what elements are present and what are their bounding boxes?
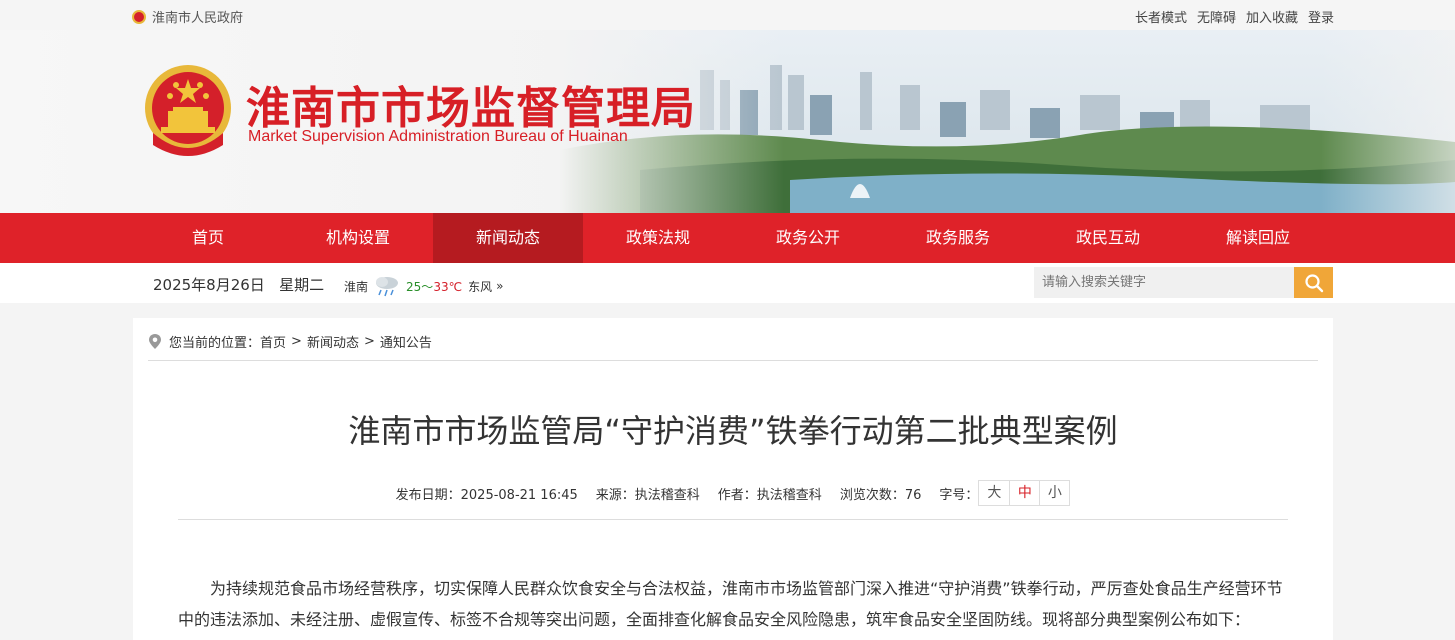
font-size-small-button[interactable]: 小 — [1039, 481, 1069, 505]
article-source: 来源：执法稽查科 — [595, 487, 700, 503]
add-favorite-link[interactable]: 加入收藏 — [1246, 7, 1298, 26]
nav-item-news[interactable]: 新闻动态 — [433, 213, 583, 263]
temp-high: 33℃ — [433, 279, 463, 294]
nav-item-home[interactable]: 首页 — [133, 213, 283, 263]
breadcrumb-notice[interactable]: 通知公告 — [380, 332, 432, 351]
breadcrumb: 您当前的位置： 首页 > 新闻动态 > 通知公告 — [148, 332, 432, 351]
login-link[interactable]: 登录 — [1308, 7, 1334, 26]
breadcrumb-separator: > — [363, 334, 375, 349]
date-text: 2025年8月26日 — [153, 276, 265, 294]
date-display: 2025年8月26日 星期二 — [153, 274, 324, 295]
gov-name: 淮南市人民政府 — [152, 11, 244, 26]
site-title: 淮南市市场监督管理局 — [246, 83, 696, 134]
font-size-medium-button[interactable]: 中 — [1009, 481, 1039, 505]
weather-widget[interactable]: 淮南 25～33℃ 东风 » — [344, 274, 503, 298]
breadcrumb-separator: > — [291, 334, 302, 349]
gov-link[interactable]: 淮南市人民政府 — [132, 7, 243, 26]
search-button[interactable] — [1294, 267, 1333, 298]
breadcrumb-home[interactable]: 首页 — [260, 332, 286, 351]
nav-item-policy[interactable]: 政策法规 — [583, 213, 733, 263]
main-nav: 首页 机构设置 新闻动态 政策法规 政务公开 政务服务 政民互动 解读回应 — [0, 213, 1455, 263]
font-size-options: 大 中 小 — [978, 480, 1071, 506]
meta-divider — [178, 519, 1288, 520]
nav-item-services[interactable]: 政务服务 — [883, 213, 1033, 263]
top-bar: 淮南市人民政府 长者模式 无障碍 加入收藏 登录 — [0, 0, 1455, 30]
search-icon — [1304, 273, 1323, 292]
search-input[interactable] — [1034, 267, 1294, 298]
small-emblem-icon — [132, 9, 146, 24]
article-author: 作者：执法稽查科 — [717, 487, 822, 503]
breadcrumb-divider — [148, 360, 1318, 361]
article-title: 淮南市市场监管局“守护消费”铁拳行动第二批典型案例 — [348, 412, 1118, 450]
accessibility-link[interactable]: 无障碍 — [1197, 7, 1236, 26]
weather-city: 淮南 — [344, 279, 369, 294]
article-body: 为持续规范食品市场经营秩序，切实保障人民群众饮食安全与合法权益，淮南市市场监管部… — [178, 579, 1283, 629]
breadcrumb-prefix: 您当前的位置： — [169, 336, 261, 351]
nav-item-gov-open[interactable]: 政务公开 — [733, 213, 883, 263]
temp-low: 25 — [406, 279, 422, 294]
site-banner: 淮南市市场监督管理局 Market Supervision Administra… — [0, 30, 1455, 213]
location-pin-icon — [149, 334, 161, 349]
temp-separator: ～ — [421, 279, 434, 294]
temperature: 25～33℃ — [406, 278, 462, 295]
font-size-control: 字号： 大 中 小 — [939, 480, 1071, 506]
article-panel: 您当前的位置： 首页 > 新闻动态 > 通知公告 淮南市市场监管局“守护消费”铁… — [133, 318, 1333, 640]
info-bar: 2025年8月26日 星期二 淮南 25～33℃ 东风 » — [0, 263, 1455, 303]
weekday-text: 星期二 — [279, 276, 325, 294]
view-count: 浏览次数：76 — [839, 487, 922, 503]
article-meta: 发布日期：2025-08-21 16:45 来源：执法稽查科 作者：执法稽查科 … — [133, 480, 1333, 506]
site-subtitle-en: Market Supervision Administration Bureau… — [248, 128, 628, 145]
elder-mode-link[interactable]: 长者模式 — [1135, 7, 1187, 26]
publish-date: 发布日期：2025-08-21 16:45 — [395, 487, 578, 503]
national-emblem-icon — [145, 65, 231, 156]
font-size-label: 字号： — [939, 487, 979, 503]
wind-text: 东风 — [468, 279, 493, 294]
nav-item-interaction[interactable]: 政民互动 — [1033, 213, 1183, 263]
nav-item-interpretation[interactable]: 解读回应 — [1183, 213, 1333, 263]
breadcrumb-news[interactable]: 新闻动态 — [307, 332, 359, 351]
more-weather-icon[interactable]: » — [496, 279, 503, 293]
top-links: 长者模式 无障碍 加入收藏 登录 — [1135, 7, 1334, 26]
rain-cloud-icon — [376, 277, 399, 297]
font-size-large-button[interactable]: 大 — [979, 481, 1009, 505]
nav-item-organization[interactable]: 机构设置 — [283, 213, 433, 263]
